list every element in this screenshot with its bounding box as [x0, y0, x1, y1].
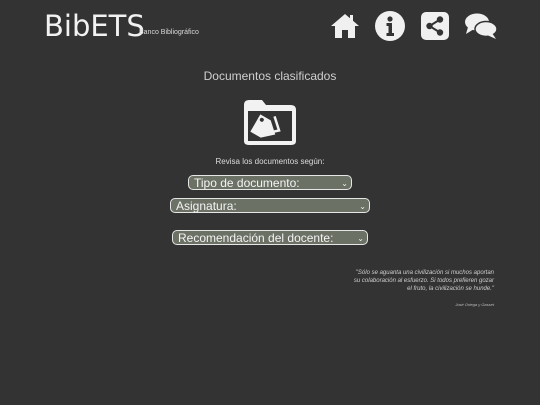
chevron-down-icon: ⌄	[359, 202, 366, 211]
home-icon[interactable]	[329, 10, 361, 42]
logo-subtitle: Banco Bibliográfico	[139, 29, 199, 36]
document-type-select-label: Tipo de documento:	[194, 176, 300, 190]
page-title: Documentos clasificados	[203, 69, 337, 83]
teacher-recommendation-select[interactable]: Recomendación del docente: ⌄	[172, 230, 368, 245]
quote-author: José Ortega y Gasset	[455, 302, 494, 307]
chevron-down-icon: ⌄	[341, 179, 348, 188]
chevron-down-icon: ⌄	[357, 234, 364, 243]
info-icon[interactable]	[374, 10, 406, 42]
quote-text: "Sólo se aguanta una civilización si muc…	[353, 270, 494, 292]
document-type-select[interactable]: Tipo de documento: ⌄	[188, 175, 352, 190]
review-label: Revisa los documentos según:	[215, 157, 325, 166]
header: BibETS Banco Bibliográfico	[0, 0, 540, 50]
teacher-recommendation-select-label: Recomendación del docente:	[178, 231, 334, 245]
subject-select-label: Asignatura:	[176, 199, 237, 213]
chat-icon[interactable]	[464, 10, 498, 42]
logo[interactable]: BibETS	[44, 10, 145, 42]
subject-select[interactable]: Asignatura: ⌄	[170, 198, 370, 213]
folder-tag-icon	[242, 97, 298, 147]
share-icon[interactable]	[419, 10, 451, 42]
